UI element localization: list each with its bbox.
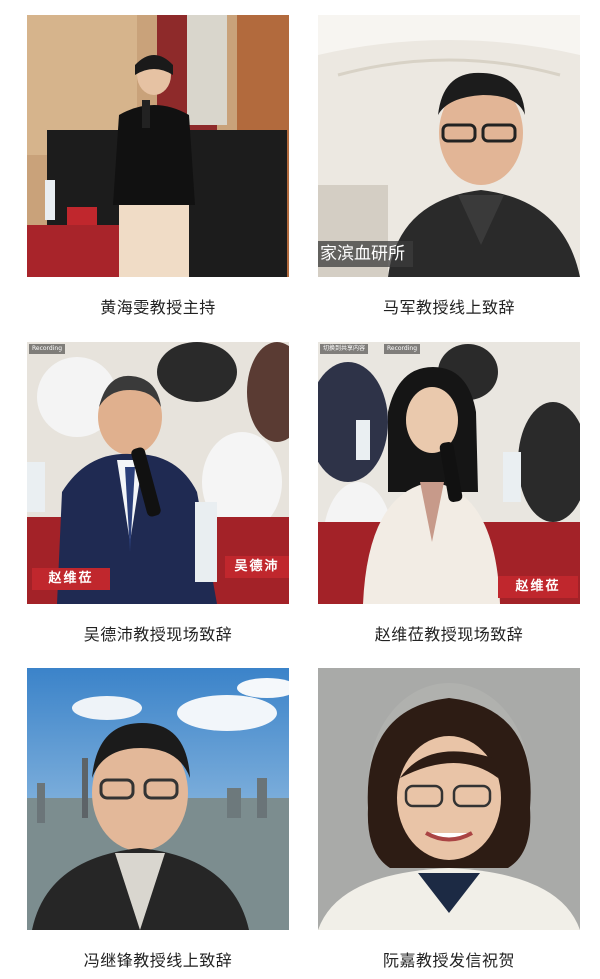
photo-card-2: 家滨血研所 马军教授线上致辞: [318, 15, 580, 319]
caption-3: 吴德沛教授现场致辞: [83, 625, 233, 644]
photo-2-image: [318, 15, 580, 277]
video-overlay-label: 家滨血研所: [318, 241, 413, 267]
photo-onsite-speaker-zhao: 切换到共享内容 Recording 赵维莅: [318, 342, 580, 604]
photo-online-speaker-feng: [27, 668, 289, 930]
caption-1: 黄海雯教授主持: [100, 298, 216, 317]
photo-6-image: [318, 668, 580, 930]
recording-indicator: Recording: [384, 344, 421, 354]
photo-card-3: Recording 赵维莅 吴德沛 吴德沛教授现场致辞: [27, 342, 289, 646]
share-indicator: 切换到共享内容: [320, 344, 369, 354]
caption-6: 阮嘉教授发信祝贺: [382, 951, 515, 970]
photo-card-1: 黄海雯教授主持: [27, 15, 289, 319]
photo-online-speaker: 家滨血研所: [318, 15, 580, 277]
caption-5: 冯继锋教授线上致辞: [83, 951, 233, 970]
photo-5-image: [27, 668, 289, 930]
recording-indicator: Recording: [29, 344, 66, 354]
nameplate-2: 吴德沛: [225, 556, 289, 578]
photo-4-image: [318, 342, 580, 604]
photo-card-6: 阮嘉教授发信祝贺: [318, 668, 580, 972]
photo-portrait-ruan: [318, 668, 580, 930]
photo-grid: 黄海雯教授主持 家滨血研所 马军教授线上致辞 Recording 赵维莅 吴德沛…: [0, 0, 600, 979]
nameplate-1: 赵维莅: [498, 576, 578, 598]
photo-1-image: [27, 15, 289, 277]
photo-host-speaking: [27, 15, 289, 277]
photo-onsite-speaker-wu: Recording 赵维莅 吴德沛: [27, 342, 289, 604]
nameplate-1: 赵维莅: [32, 568, 110, 590]
photo-card-5: 冯继锋教授线上致辞: [27, 668, 289, 972]
caption-2: 马军教授线上致辞: [382, 298, 515, 317]
caption-4: 赵维莅教授现场致辞: [374, 625, 524, 644]
photo-card-4: 切换到共享内容 Recording 赵维莅 赵维莅教授现场致辞: [318, 342, 580, 646]
